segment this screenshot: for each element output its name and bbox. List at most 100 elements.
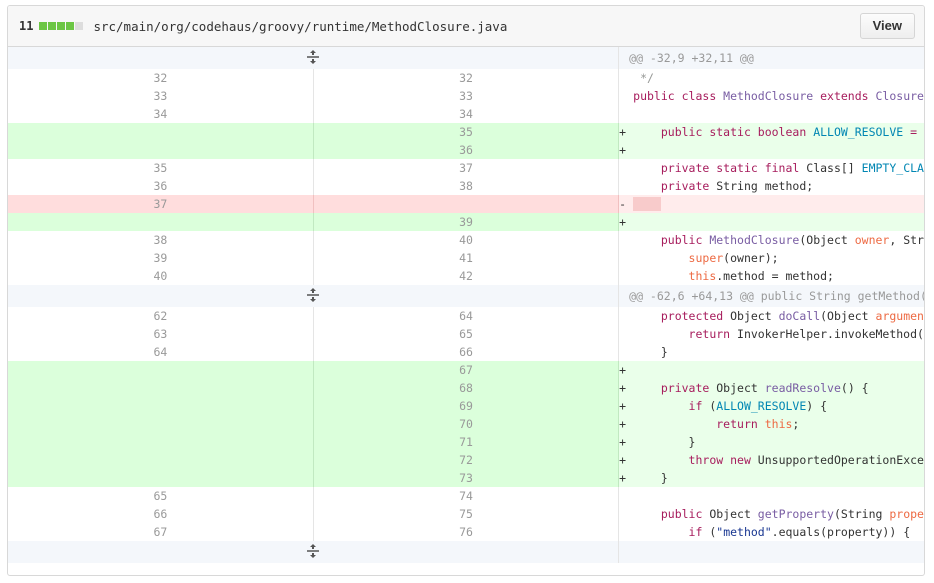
new-line-number[interactable]: 70: [313, 415, 620, 433]
code-token: , String: [889, 233, 924, 247]
new-line-number[interactable]: 36: [313, 141, 620, 159]
expand-lines-icon[interactable]: [8, 541, 620, 563]
old-line-number[interactable]: [8, 141, 314, 159]
new-line-number[interactable]: 74: [313, 487, 620, 505]
old-line-number[interactable]: 36: [8, 177, 314, 195]
new-line-number[interactable]: 35: [313, 123, 620, 141]
old-line-number[interactable]: 64: [8, 343, 314, 361]
diff-marker: +: [619, 435, 627, 449]
diff-line: 73 + }: [8, 469, 924, 487]
code-line: + throw new UnsupportedOperationExceptio…: [618, 451, 924, 469]
code-line: + public static boolean ALLOW_RESOLVE = …: [618, 123, 924, 141]
new-line-number[interactable]: 73: [313, 469, 620, 487]
new-line-number[interactable]: 42: [313, 267, 620, 285]
old-line-number[interactable]: 62: [8, 307, 314, 325]
diff-line: 71 + }: [8, 433, 924, 451]
diff-file: 11 src/main/org/codehaus/groovy/runtime/…: [7, 5, 925, 576]
code-token: .equals(property)) {: [771, 525, 911, 539]
new-line-number[interactable]: 33: [313, 87, 620, 105]
old-line-number[interactable]: [8, 451, 314, 469]
old-line-number[interactable]: 63: [8, 325, 314, 343]
new-line-number[interactable]: 64: [313, 307, 620, 325]
old-line-number[interactable]: 33: [8, 87, 314, 105]
code-token: (String: [833, 507, 890, 521]
diff-marker: [619, 251, 633, 265]
new-line-number[interactable]: 39: [313, 213, 620, 231]
old-line-number[interactable]: [8, 213, 314, 231]
expand-lines-icon[interactable]: [8, 285, 620, 307]
new-line-number[interactable]: 71: [313, 433, 620, 451]
old-line-number[interactable]: 40: [8, 267, 314, 285]
old-line-number[interactable]: 37: [8, 195, 314, 213]
new-line-number[interactable]: 69: [313, 397, 620, 415]
old-line-number[interactable]: 32: [8, 69, 314, 87]
new-line-number[interactable]: [313, 195, 620, 213]
new-line-number[interactable]: 38: [313, 177, 620, 195]
old-line-number[interactable]: [8, 469, 314, 487]
diff-marker: +: [619, 125, 627, 139]
old-line-number[interactable]: 65: [8, 487, 314, 505]
old-line-number[interactable]: [8, 123, 314, 141]
code-line: + private Object readResolve() {: [618, 379, 924, 397]
old-line-number[interactable]: [8, 361, 314, 379]
old-line-number[interactable]: 34: [8, 105, 314, 123]
old-line-number[interactable]: [8, 415, 314, 433]
code-token: extends: [813, 89, 876, 103]
file-path[interactable]: src/main/org/codehaus/groovy/runtime/Met…: [93, 19, 507, 34]
code-line: private static final Class[] EMPTY_CLASS…: [619, 159, 924, 177]
diff-marker: [619, 269, 633, 283]
code-token: private static final: [660, 161, 807, 175]
new-line-number[interactable]: 76: [313, 523, 620, 541]
code-token: throw: [688, 453, 731, 467]
new-line-number[interactable]: 66: [313, 343, 620, 361]
code-line: -: [618, 195, 924, 213]
diff-marker: [619, 489, 633, 503]
new-line-number[interactable]: 68: [313, 379, 620, 397]
new-line-number[interactable]: 72: [313, 451, 620, 469]
diff-line: 39 +: [8, 213, 924, 231]
view-file-button[interactable]: View: [859, 13, 915, 39]
code-line: + }: [618, 469, 924, 487]
new-line-number[interactable]: 67: [313, 361, 620, 379]
new-line-number[interactable]: 75: [313, 505, 620, 523]
code-token: (Object: [820, 309, 876, 323]
old-line-number[interactable]: 39: [8, 249, 314, 267]
code-token: =: [903, 125, 924, 139]
hunk-header: [8, 541, 924, 563]
code-line: super(owner);: [619, 249, 924, 267]
diff-marker: +: [619, 471, 627, 485]
diff-marker: +: [619, 215, 627, 229]
old-line-number[interactable]: 66: [8, 505, 314, 523]
new-line-number[interactable]: 37: [313, 159, 620, 177]
old-line-number[interactable]: 67: [8, 523, 314, 541]
old-line-number[interactable]: [8, 379, 314, 397]
removed-whitespace-highlight: [633, 197, 662, 212]
old-line-number[interactable]: [8, 397, 314, 415]
diff-marker: [619, 309, 633, 323]
old-line-number[interactable]: [8, 433, 314, 451]
code-line: [619, 105, 924, 123]
new-line-number[interactable]: 65: [313, 325, 620, 343]
new-line-number[interactable]: 40: [313, 231, 620, 249]
code-token: UnsupportedOperationException();: [757, 453, 924, 467]
diff-marker: -: [619, 196, 627, 211]
code-token: protected: [660, 309, 731, 323]
new-line-number[interactable]: 34: [313, 105, 620, 123]
code-token: (: [702, 525, 717, 539]
diff-line: 69 + if (ALLOW_RESOLVE) {: [8, 397, 924, 415]
code-token: {: [924, 89, 925, 103]
new-line-number[interactable]: 32: [313, 69, 620, 87]
old-line-number[interactable]: 38: [8, 231, 314, 249]
new-line-number[interactable]: 41: [313, 249, 620, 267]
code-token: (Object: [799, 233, 855, 247]
old-line-number[interactable]: 35: [8, 159, 314, 177]
expand-lines-icon[interactable]: [8, 47, 620, 69]
code-line: protected Object doCall(Object arguments…: [619, 307, 924, 325]
code-token: MethodClosure: [709, 233, 800, 247]
